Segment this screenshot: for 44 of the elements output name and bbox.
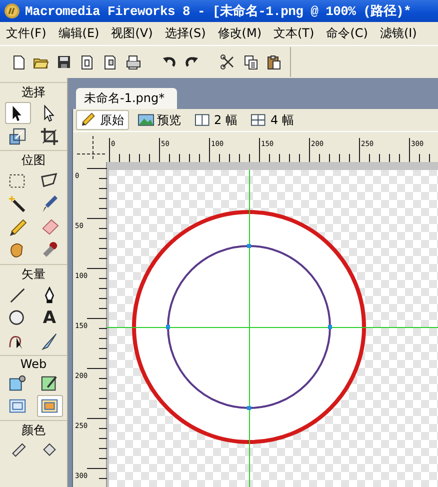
panel-section-title: 位图: [20, 152, 46, 169]
view-tab[interactable]: 4 幅: [246, 110, 299, 130]
menu-item[interactable]: 滤镜(I): [376, 25, 421, 42]
menu-item[interactable]: 文本(T): [270, 25, 318, 42]
copy-icon[interactable]: [243, 54, 259, 70]
panel-section-title: 颜色: [20, 422, 46, 439]
marquee-icon: [8, 172, 27, 190]
four-pane-icon: [251, 112, 268, 128]
eraser-icon: [40, 218, 59, 236]
text-tool-button[interactable]: A: [36, 307, 62, 329]
view-tab[interactable]: 2 幅: [190, 110, 242, 130]
view-tab[interactable]: 预览: [133, 110, 186, 130]
hide-slices-icon: [8, 396, 27, 416]
menu-item[interactable]: 修改(M): [214, 25, 266, 42]
ellipse-icon: [8, 308, 27, 328]
panel-section-title: 选择: [20, 84, 46, 101]
view-tab[interactable]: 原始: [76, 110, 129, 130]
menu-item[interactable]: 命令(C): [322, 25, 372, 42]
app-logo-icon: [4, 3, 20, 19]
brush-icon: [40, 194, 59, 214]
crop-icon: [40, 126, 59, 146]
show-slices-icon: [40, 396, 59, 416]
tool-button[interactable]: [4, 102, 30, 124]
slice-icon: [40, 374, 59, 392]
scale-icon: [8, 126, 27, 146]
two-pane-icon: [195, 112, 211, 128]
window-title: Macromedia Fireworks 8 - [未命名-1.png @ 100% (路径)*: [25, 3, 412, 20]
landscape-icon: [138, 112, 154, 128]
menu-item[interactable]: 视图(V): [107, 25, 157, 42]
menu-item[interactable]: 选择(S): [160, 25, 210, 42]
document-tab[interactable]: 未命名-1.png*: [76, 88, 177, 109]
outer-circle[interactable]: [132, 210, 366, 444]
scissors-icon[interactable]: [220, 54, 236, 70]
paste-icon[interactable]: [266, 54, 282, 70]
printer-icon[interactable]: [125, 54, 141, 70]
line-icon: [8, 286, 27, 304]
hotspot-icon: [8, 374, 27, 392]
menu-item[interactable]: 文件(F): [2, 25, 50, 42]
panel-section-title: 矢量: [20, 266, 46, 283]
panel-section-title: Web: [19, 357, 48, 371]
magic-wand-icon: [8, 194, 27, 214]
save-icon[interactable]: [56, 54, 72, 70]
knife-icon: [40, 332, 59, 350]
menu-item[interactable]: 编辑(E): [54, 25, 104, 42]
